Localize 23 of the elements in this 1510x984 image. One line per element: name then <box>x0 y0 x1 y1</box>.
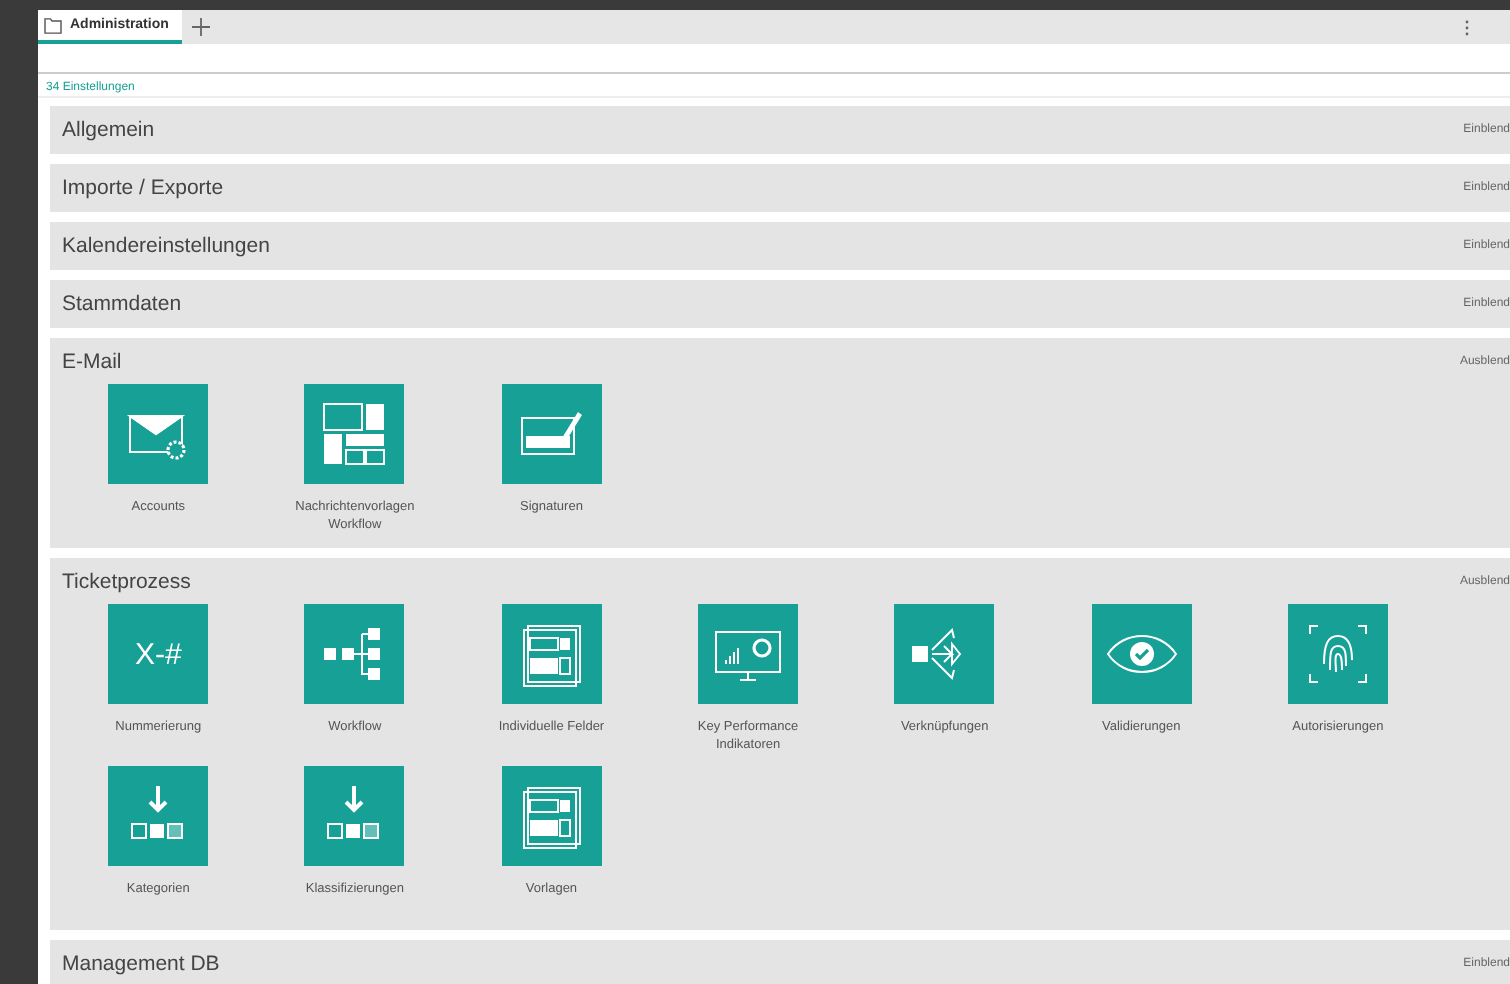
folder-icon <box>44 17 62 33</box>
section-title: Allgemein <box>62 118 155 142</box>
add-tab-icon[interactable] <box>192 18 211 36</box>
tile-icon[interactable] <box>1091 604 1192 704</box>
glyph-tile[interactable]: X-# <box>108 604 209 704</box>
section-title: Management DB <box>62 952 220 976</box>
tile-icon[interactable] <box>304 766 405 866</box>
menu-icon[interactable] <box>1464 19 1470 35</box>
tile-icon[interactable] <box>1287 604 1388 704</box>
section-title: Importe / Exporte <box>62 176 224 200</box>
section-title: E-Mail <box>62 350 122 374</box>
tile-icon[interactable] <box>501 604 602 704</box>
tile-icon[interactable] <box>108 766 209 866</box>
tile-icon[interactable] <box>304 384 405 484</box>
tile-icon[interactable] <box>501 384 602 484</box>
tile-icon[interactable] <box>501 766 602 866</box>
tile-icon[interactable] <box>894 604 995 704</box>
section-title: Ticketprozess <box>62 570 191 594</box>
tile-icon[interactable] <box>108 384 209 484</box>
tile-icon[interactable] <box>304 604 405 704</box>
tile-icon[interactable] <box>698 604 799 704</box>
section-title: Kalendereinstellungen <box>62 234 270 258</box>
section-title: Stammdaten <box>62 292 182 316</box>
